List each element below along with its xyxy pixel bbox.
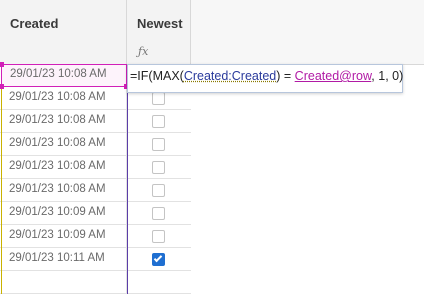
formula-middle: ) = [276,69,295,83]
cell-created-value: 29/01/23 10:08 AM [9,91,106,103]
cell-created[interactable]: 29/01/23 10:11 AM [0,248,127,271]
selected-cell[interactable]: 29/01/23 10:08 AM [1,64,127,87]
cell-created[interactable] [0,271,127,294]
column-header-empty [191,0,424,64]
table-row: 29/01/23 10:11 AM [0,248,191,271]
cell-newest[interactable] [127,225,191,248]
column-header-newest-label: Newest [137,16,183,31]
cell-newest[interactable] [127,202,191,225]
cell-created[interactable]: 29/01/23 10:08 AM [0,133,127,156]
cell-created-value: 29/01/23 10:08 AM [9,160,106,172]
checkbox-checked[interactable] [152,253,165,266]
column-line-mid [127,64,128,294]
cell-newest[interactable] [127,110,191,133]
cell-created-value: 29/01/23 10:08 AM [9,137,106,149]
cell-newest[interactable] [127,271,191,294]
checkbox[interactable] [152,92,165,105]
selection-handle-bottom-left[interactable] [0,84,4,89]
cell-created-value: 29/01/23 10:08 AM [9,183,106,195]
cell-created[interactable]: 29/01/23 10:08 AM [0,156,127,179]
checkbox[interactable] [152,184,165,197]
formula-prefix: =IF(MAX( [130,69,184,83]
column-header-newest[interactable]: Newest [127,0,191,64]
table-row: 29/01/23 10:09 AM [0,225,191,248]
table-row: 29/01/23 10:09 AM [0,202,191,225]
table-row: 29/01/23 10:08 AM [0,133,191,156]
formula-ref-column-range: Created:Created [183,69,277,83]
formula-ref-current-row: Created@row [294,69,372,83]
selected-cell-value: 29/01/23 10:08 AM [10,68,107,80]
cell-created[interactable]: 29/01/23 10:08 AM [0,110,127,133]
sheet-grid: Created Newest ƒx 29/01/23 10:08 AM 29/01… [0,0,424,294]
checkbox[interactable] [152,115,165,128]
column-header-created-label: Created [10,16,59,31]
cell-created-value: 29/01/23 10:11 AM [9,252,105,264]
checkmark-icon [153,253,163,263]
cell-created-value: 29/01/23 10:09 AM [9,206,106,218]
table-row: 29/01/23 10:08 AM [0,156,191,179]
table-row: 29/01/23 10:08 AM [0,179,191,202]
cell-newest[interactable] [127,133,191,156]
cell-newest[interactable] [127,248,191,271]
checkbox[interactable] [152,230,165,243]
selection-handle-top-left[interactable] [0,62,4,67]
column-header-created[interactable]: Created [0,0,127,64]
cell-created[interactable]: 29/01/23 10:08 AM [0,179,127,202]
cell-created[interactable]: 29/01/23 10:09 AM [0,202,127,225]
cell-created-value: 29/01/23 10:09 AM [9,229,106,241]
formula-suffix: , 1, 0) [371,69,404,83]
cell-newest[interactable] [127,179,191,202]
table-row: 29/01/23 10:08 AM [0,110,191,133]
cell-created[interactable]: 29/01/23 10:08 AM [0,87,127,110]
fx-formula-icon: ƒx [138,45,149,58]
cell-created-value: 29/01/23 10:08 AM [9,114,106,126]
cell-created[interactable]: 29/01/23 10:09 AM [0,225,127,248]
checkbox[interactable] [152,138,165,151]
column-header-row: Created Newest ƒx [0,0,424,65]
table-row [0,271,191,294]
formula-editor[interactable]: =IF(MAX(Created:Created) = Created@row, … [127,64,403,93]
checkbox[interactable] [152,161,165,174]
checkbox[interactable] [152,207,165,220]
cell-newest[interactable] [127,156,191,179]
column-line-left [1,64,2,294]
